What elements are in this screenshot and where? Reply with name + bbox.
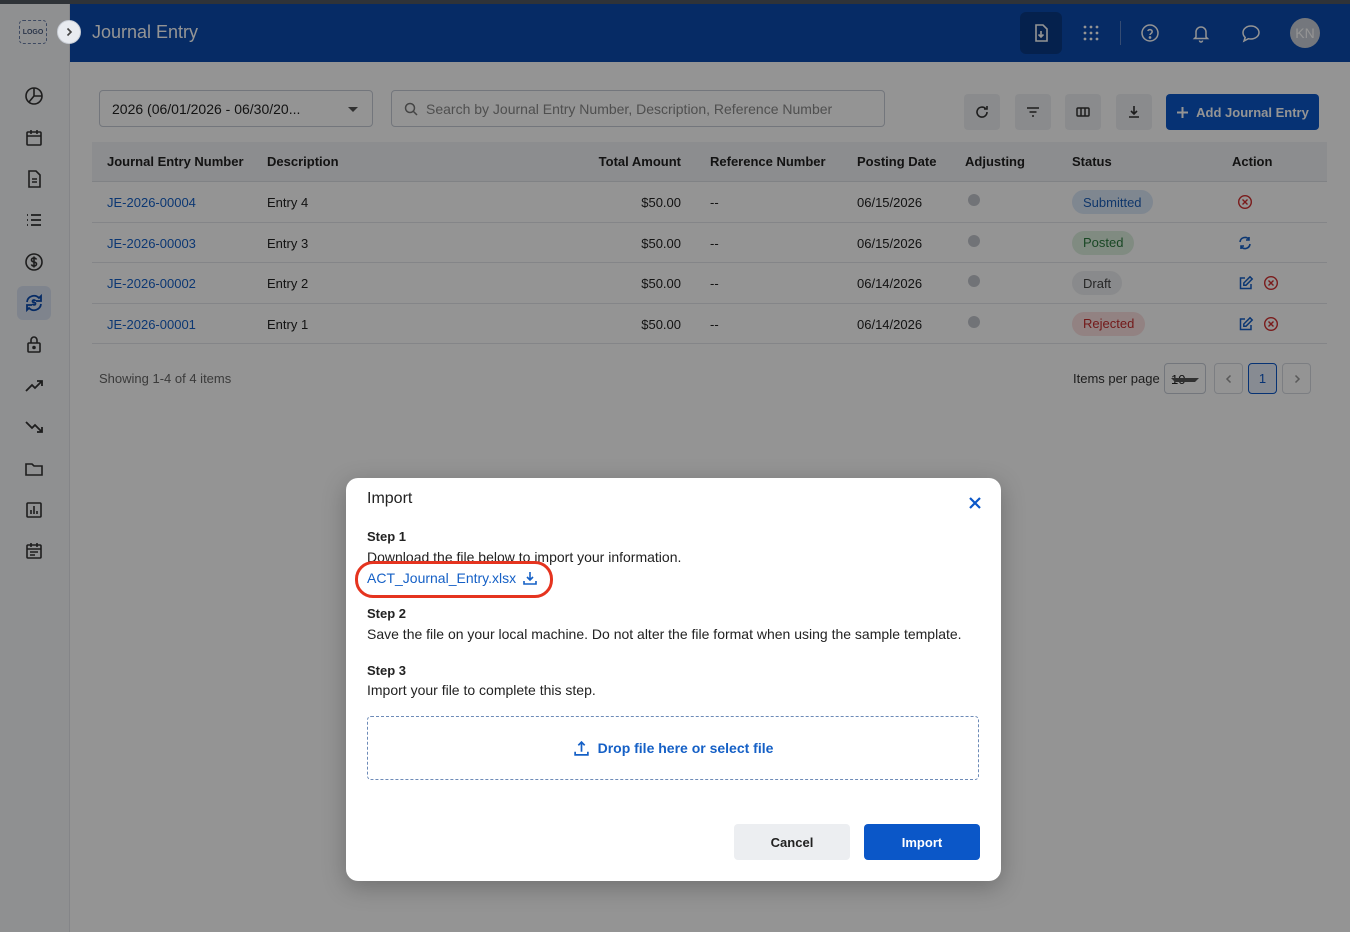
chevron-right-icon bbox=[66, 27, 73, 37]
step2-heading: Step 2 bbox=[367, 606, 407, 621]
template-download-link[interactable]: ACT_Journal_Entry.xlsx bbox=[367, 570, 538, 586]
file-dropzone[interactable]: Drop file here or select file bbox=[367, 716, 979, 780]
step1-heading: Step 1 bbox=[367, 529, 407, 544]
cancel-button[interactable]: Cancel bbox=[734, 824, 850, 860]
close-icon[interactable] bbox=[966, 494, 984, 512]
step3-heading: Step 3 bbox=[367, 663, 407, 678]
dropzone-label: Drop file here or select file bbox=[597, 740, 774, 756]
sidebar-expand-button[interactable] bbox=[57, 20, 81, 44]
upload-icon bbox=[573, 740, 589, 756]
window-top-edge bbox=[0, 0, 1350, 4]
import-dialog: Import Step 1 Download the file below to… bbox=[346, 478, 1001, 881]
step3-text: Import your file to complete this step. bbox=[367, 682, 596, 698]
download-icon bbox=[523, 572, 537, 585]
dialog-title: Import bbox=[367, 490, 413, 507]
template-file-name: ACT_Journal_Entry.xlsx bbox=[367, 570, 517, 586]
step2-text: Save the file on your local machine. Do … bbox=[367, 626, 962, 642]
import-submit-button[interactable]: Import bbox=[864, 824, 980, 860]
